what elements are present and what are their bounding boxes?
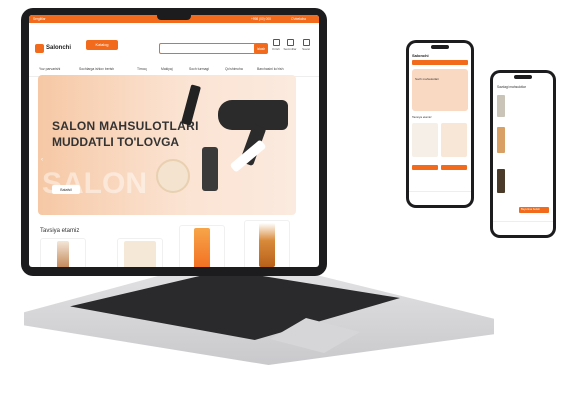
phone-2-tabbar — [493, 221, 553, 235]
nav-item-nails[interactable]: Tirnoq — [137, 67, 147, 71]
phone-2-header: Savdagi mahsulotlar — [497, 85, 526, 89]
phone-2-product-image — [497, 127, 505, 153]
jar-image — [156, 159, 190, 193]
phone-1-tabbar — [409, 191, 471, 205]
catalog-button[interactable]: Katalog — [86, 40, 118, 50]
phone-1-logo[interactable]: Salonchi — [412, 53, 429, 58]
top-strip-left[interactable]: Sergiltlar — [33, 17, 46, 21]
header-login[interactable]: Kirish — [269, 39, 283, 51]
top-strip-phone[interactable]: +998 (00) 000 — [251, 17, 271, 21]
nav-item-extra[interactable]: Qo'shimcha — [225, 67, 243, 71]
user-icon — [272, 39, 280, 46]
phone-1-search[interactable] — [412, 60, 468, 65]
phone-1-add-button[interactable] — [441, 165, 467, 170]
nav-item-hairstyle[interactable]: Soch turmagi — [189, 67, 209, 71]
banner-subtitle: MUDDATLI TO'LOVGA — [52, 135, 180, 149]
banner-watermark: SALON — [42, 167, 147, 200]
logo-text: Salonchi — [46, 45, 72, 51]
phone-2-screen: Savdagi mahsulotlar Buyurtma berish — [493, 73, 553, 235]
phone-2-checkout-button[interactable]: Buyurtma berish — [519, 207, 549, 213]
nav-item-all[interactable]: Barchasini ko'rish — [257, 67, 283, 71]
site-logo[interactable]: Salonchi — [35, 42, 75, 54]
search-button[interactable]: Izlash — [254, 43, 268, 54]
nav-item-face[interactable]: Yuz parvarishi — [39, 67, 60, 71]
product-card[interactable] — [40, 238, 86, 267]
hero-banner[interactable]: SALON SALON MAHSULOTLARI MUDDATLI TO'LOV… — [38, 75, 296, 215]
product-card[interactable] — [244, 220, 290, 267]
cart-icon — [302, 39, 310, 46]
header-cart-label: Savat — [302, 47, 310, 51]
logo-mark-icon — [35, 43, 44, 53]
header-favorites-label: Sevimlilar — [283, 47, 297, 51]
phone-1-section-title: Tavsiya etamiz — [412, 115, 432, 119]
phone-2-product-image — [497, 95, 505, 117]
banner-title: SALON MAHSULOTLARI — [52, 119, 199, 133]
nav-item-makeup[interactable]: Makiyaj — [161, 67, 173, 71]
header-login-label: Kirish — [272, 47, 280, 51]
product-card[interactable] — [117, 238, 163, 267]
phone-1-screen: Salonchi Soch mahsulotlari Tavsiya etami… — [409, 43, 471, 205]
phone-1-product[interactable] — [441, 123, 467, 157]
spray-bottle-image — [202, 147, 218, 191]
phone-1-add-button[interactable] — [412, 165, 438, 170]
product-card[interactable] — [179, 225, 225, 267]
header-favorites[interactable]: Sevimlilar — [283, 39, 297, 51]
phone-2-product-image — [497, 169, 505, 193]
section-title: Tavsiya etamiz — [40, 228, 80, 234]
phone-1-island — [431, 45, 449, 49]
camera-notch — [157, 15, 191, 20]
search-input[interactable] — [159, 43, 256, 54]
phone-2-island — [514, 75, 532, 79]
phone-1-banner[interactable]: Soch mahsulotlari — [412, 69, 468, 111]
phone-1-product[interactable] — [412, 123, 438, 157]
banner-prev-arrow-icon[interactable]: ‹ — [41, 157, 43, 163]
phone-2-checkout-label: Buyurtma berish — [521, 208, 540, 211]
laptop-screen: Sergiltlar +998 (00) 000 O'zbekcha Salon… — [29, 15, 319, 267]
heart-icon — [286, 39, 294, 46]
header-cart[interactable]: Savat — [299, 39, 313, 51]
banner-button[interactable]: Batafsil — [52, 185, 80, 194]
language-switch[interactable]: O'zbekcha — [291, 17, 306, 21]
nav-item-hair[interactable]: Sochlarga ishlov berish — [79, 67, 114, 71]
phone-1-banner-text: Soch mahsulotlari — [415, 77, 439, 81]
